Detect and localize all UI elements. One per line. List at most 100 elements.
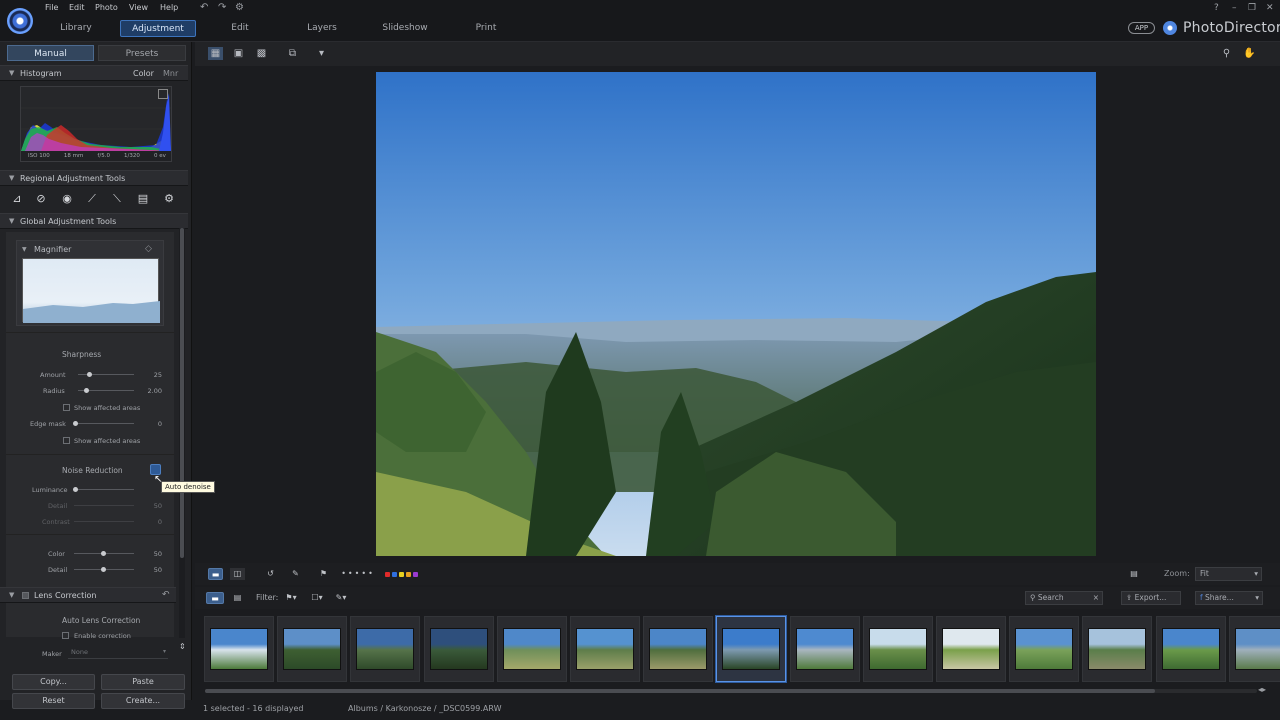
search-zoom-icon[interactable]: ⚲ (1219, 47, 1234, 60)
photo-preview[interactable] (376, 72, 1096, 556)
compare-view-icon[interactable]: ⧉ (285, 47, 300, 60)
menu-edit[interactable]: Edit (69, 3, 85, 12)
edge-mask-value[interactable]: 0 (142, 420, 162, 428)
thumbnail[interactable] (862, 616, 933, 682)
hand-tool-icon[interactable]: ✋ (1242, 47, 1257, 60)
rotate-left-icon[interactable]: ↺ (263, 568, 278, 580)
thumbnail[interactable] (350, 616, 421, 682)
zoom-select[interactable]: Fit ▾ (1195, 567, 1262, 581)
settings-icon[interactable]: ⚙ (235, 2, 244, 13)
view-options-icon[interactable]: ▤ (1125, 568, 1143, 580)
panel-scrollbar-thumb[interactable] (180, 228, 184, 558)
thumbnail[interactable] (936, 616, 1006, 682)
maximize-button[interactable]: ❐ (1248, 3, 1256, 13)
brush-icon[interactable]: ⟋ (83, 191, 101, 206)
tab-slideshow[interactable]: Slideshow (370, 20, 440, 37)
menu-help[interactable]: Help (160, 3, 178, 12)
undo-icon[interactable]: ↶ (200, 2, 208, 13)
redo-icon[interactable]: ↷ (218, 2, 226, 13)
tab-manual[interactable]: Manual (7, 45, 94, 61)
paste-button[interactable]: Paste (101, 674, 185, 690)
collapse-icon[interactable]: ▼ (22, 246, 27, 253)
red-eye-icon[interactable]: ◉ (58, 191, 76, 206)
thumbnail[interactable] (1228, 616, 1280, 682)
regional-tools-header[interactable]: ▼ Regional Adjustment Tools (0, 170, 188, 186)
thumbnail[interactable] (643, 616, 714, 682)
search-input[interactable]: ⚲ Search × (1025, 591, 1103, 605)
create-preset-button[interactable]: Create... (101, 693, 185, 709)
luminance-slider[interactable] (74, 489, 134, 490)
filter-edit-icon[interactable]: ✎▾ (331, 592, 351, 604)
eyedropper-icon[interactable]: ✎ (288, 568, 303, 580)
filmstrip-scrollbar-thumb[interactable] (205, 689, 1155, 693)
list-view-icon[interactable]: ▤ (230, 592, 245, 604)
lens-correction-checkbox[interactable] (22, 592, 29, 599)
grid-view-icon[interactable]: ▩ (254, 47, 269, 60)
display-options-icon[interactable]: ▾ (314, 47, 329, 60)
color-label-blue[interactable] (392, 572, 397, 577)
tab-print[interactable]: Print (456, 20, 516, 37)
spot-removal-icon[interactable]: ⊘ (32, 191, 50, 206)
radius-value[interactable]: 2.00 (142, 387, 162, 395)
magnifier-preview[interactable] (22, 258, 160, 323)
help-button[interactable]: ? (1214, 3, 1219, 13)
filter-rating-icon[interactable]: ☐▾ (307, 592, 327, 604)
diamond-icon[interactable]: ◇ (145, 244, 152, 254)
amount-value[interactable]: 25 (142, 371, 162, 379)
radius-slider-knob[interactable] (84, 388, 89, 393)
thumbnail[interactable] (496, 616, 567, 682)
viewer-mode-icon[interactable]: ▣ (231, 47, 246, 60)
reset-icon[interactable]: ↶ (162, 590, 170, 600)
thumbnail[interactable] (716, 616, 787, 682)
tab-presets[interactable]: Presets (98, 45, 186, 61)
thumbnail[interactable] (204, 616, 274, 682)
color-label-orange[interactable] (406, 572, 411, 577)
single-view-icon[interactable]: ▬ (208, 568, 223, 580)
color-detail-value[interactable]: 50 (142, 566, 162, 574)
dual-view-icon[interactable]: ◫ (230, 568, 245, 580)
app-logo-icon[interactable] (7, 8, 33, 34)
global-tools-header[interactable]: ▼ Global Adjustment Tools (0, 213, 188, 229)
gear-icon[interactable]: ⚙ (160, 191, 178, 206)
amount-slider-knob[interactable] (87, 372, 92, 377)
show-affected-checkbox-2[interactable] (63, 437, 70, 444)
color-label-red[interactable] (385, 572, 390, 577)
tab-library[interactable]: Library (45, 20, 107, 37)
color-label-purple[interactable] (413, 572, 418, 577)
minimize-button[interactable]: – (1232, 3, 1237, 13)
radial-filter-icon[interactable]: ▤ (134, 191, 152, 206)
menu-view[interactable]: View (129, 3, 148, 12)
clipping-warning-icon[interactable] (158, 89, 168, 99)
edge-mask-slider-knob[interactable] (73, 421, 78, 426)
thumbnail[interactable] (1155, 616, 1226, 682)
tab-edit[interactable]: Edit (210, 20, 270, 37)
histogram-mode-mono[interactable]: Mnr (163, 69, 178, 78)
browser-view-icon[interactable]: ▦ (208, 47, 223, 60)
tab-layers[interactable]: Layers (290, 20, 354, 37)
thumbnail[interactable] (1009, 616, 1080, 682)
maker-select[interactable]: None ▾ (68, 648, 168, 659)
color-slider-knob[interactable] (101, 551, 106, 556)
histogram-header[interactable]: ▼ Histogram Color Mnr (0, 65, 188, 81)
show-affected-checkbox-1[interactable] (63, 404, 70, 411)
thumbnail[interactable] (1082, 616, 1153, 682)
color-value[interactable]: 50 (142, 550, 162, 558)
gradient-icon[interactable]: ⟍ (108, 191, 126, 206)
close-button[interactable]: ✕ (1266, 3, 1274, 13)
scroll-right-icon[interactable]: ◂▸ (1258, 685, 1266, 694)
color-detail-slider-knob[interactable] (101, 567, 106, 572)
thumbnail[interactable] (570, 616, 640, 682)
edge-mask-slider[interactable] (74, 423, 134, 424)
tab-adjustment[interactable]: Adjustment (120, 20, 196, 37)
rating-dots[interactable]: ••••• (340, 568, 376, 580)
export-button[interactable]: ⇪ Export... (1121, 591, 1181, 605)
histogram-mode-color[interactable]: Color (133, 69, 154, 78)
reset-button[interactable]: Reset (12, 693, 95, 709)
copy-button[interactable]: Copy... (12, 674, 95, 690)
menu-file[interactable]: File (45, 3, 58, 12)
filter-flag-icon[interactable]: ⚑▾ (281, 592, 301, 604)
filmstrip-view-icon[interactable]: ▬ (206, 592, 224, 604)
lens-correction-header[interactable]: ▼ Lens Correction ↶ (0, 587, 176, 603)
thumbnail[interactable] (423, 616, 494, 682)
share-button[interactable]: f Share... ▾ (1195, 591, 1263, 605)
